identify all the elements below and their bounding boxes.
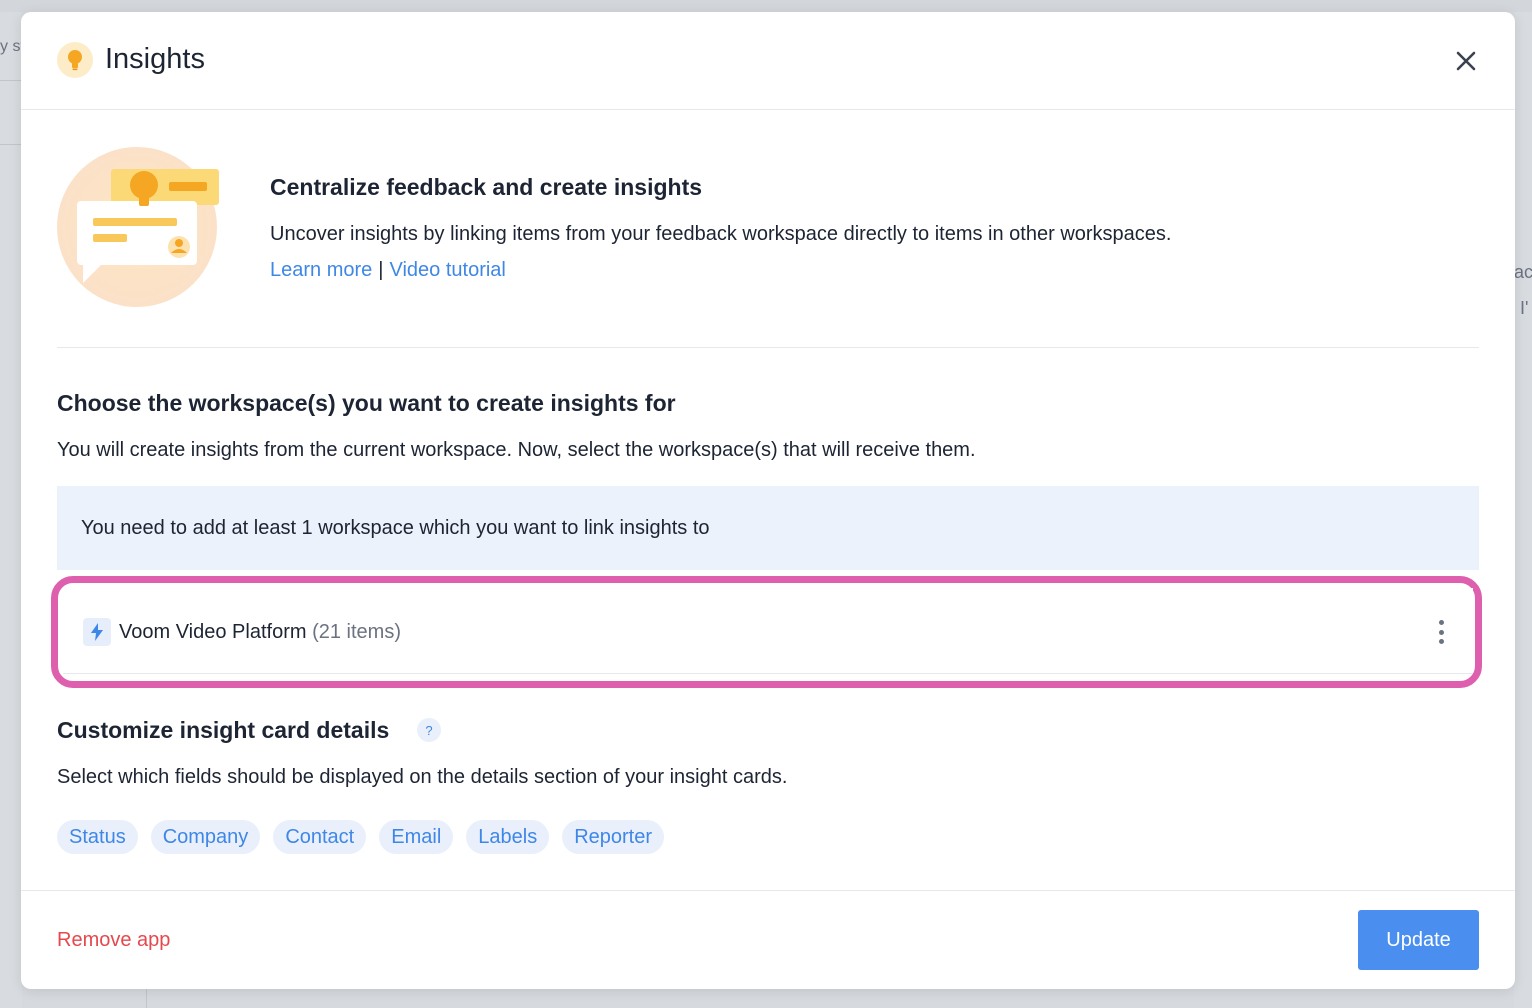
customize-section-title: Customize insight card details [57,717,390,743]
insights-modal: Insights Centralize feedback and create … [21,12,1515,989]
hero-links: Learn more | Video tutorial [270,259,506,282]
modal-header: Insights [21,12,1515,110]
field-chip-company[interactable]: Company [150,820,261,854]
lightning-bolt-icon [83,618,111,646]
field-chip-email[interactable]: Email [379,820,454,854]
field-chips: Status Company Contact Email Labels Repo… [57,820,665,854]
link-separator: | [378,259,384,281]
workspace-item-count: (21 items) [312,621,401,643]
close-icon [1456,51,1476,71]
hero-title: Centralize feedback and create insights [270,174,703,200]
field-chip-labels[interactable]: Labels [466,820,550,854]
close-button[interactable] [1451,46,1481,76]
insights-illustration [57,145,225,309]
workspace-name: Voom Video Platform (21 items) [119,621,401,643]
learn-more-link[interactable]: Learn more [270,259,372,281]
info-banner-text: You need to add at least 1 workspace whi… [81,516,710,539]
workspace-row[interactable]: Voom Video Platform (21 items) [63,588,1473,674]
footer-divider [21,890,1515,891]
background-right-text: ac [1514,262,1532,282]
background-right-panel [1514,12,1532,1008]
modal-title: Insights [105,43,205,75]
remove-app-button[interactable]: Remove app [57,929,170,952]
background-top [0,0,1532,12]
workspace-section-title: Choose the workspace(s) you want to crea… [57,390,676,416]
workspace-section-description: You will create insights from the curren… [57,439,976,461]
more-vertical-icon[interactable] [1431,616,1451,648]
background-left-panel [0,12,22,1008]
field-chip-reporter[interactable]: Reporter [562,820,665,854]
lightbulb-icon [57,42,93,78]
hero-description: Uncover insights by linking items from y… [270,223,1172,245]
section-divider [57,347,1479,348]
customize-section-description: Select which fields should be displayed … [57,766,788,788]
video-tutorial-link[interactable]: Video tutorial [389,259,505,281]
help-icon[interactable]: ? [417,718,441,742]
field-chip-status[interactable]: Status [57,820,138,854]
field-chip-contact[interactable]: Contact [273,820,367,854]
info-banner: You need to add at least 1 workspace whi… [57,486,1479,570]
update-button[interactable]: Update [1358,910,1479,970]
